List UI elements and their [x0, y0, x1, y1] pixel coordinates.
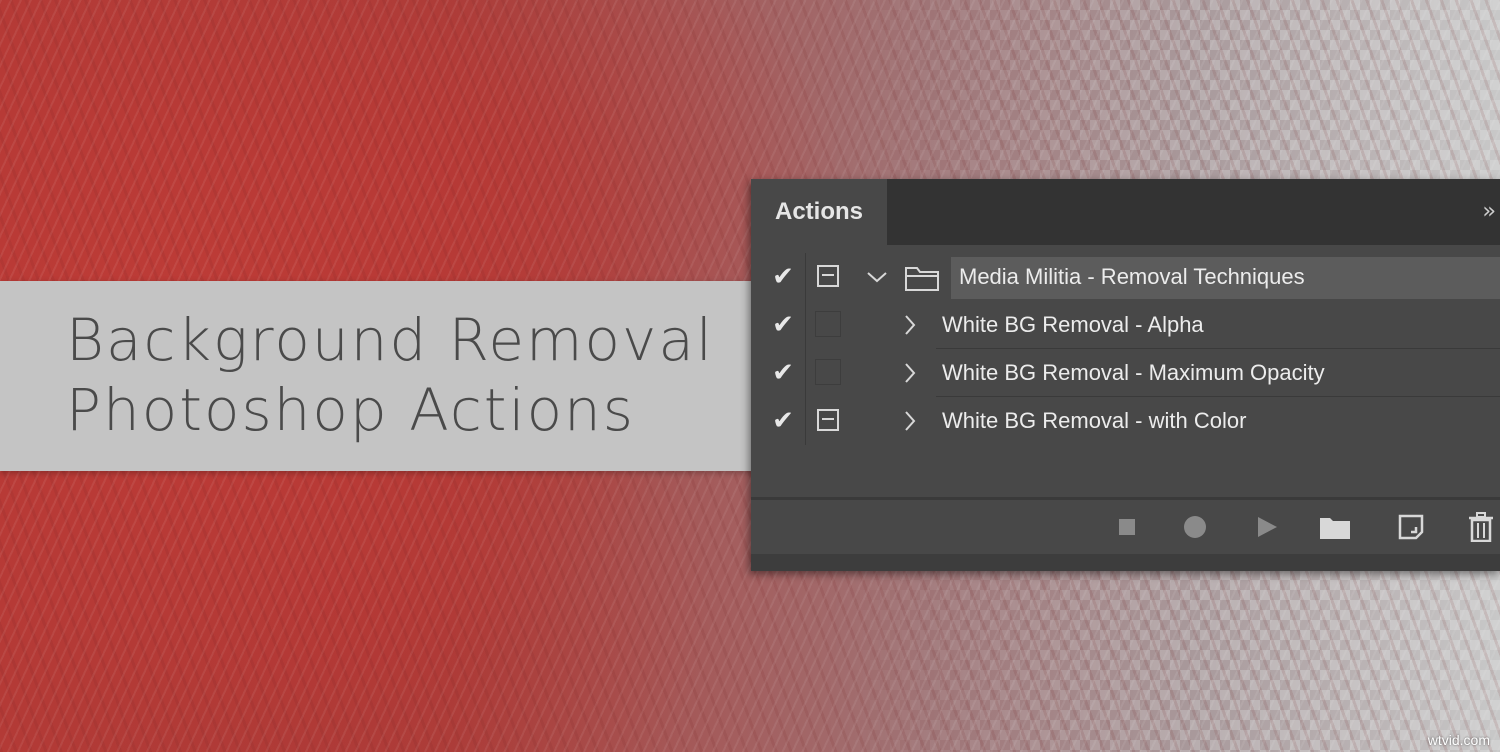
title-banner: Background Removal Photoshop Actions: [0, 281, 760, 471]
stop-icon[interactable]: [1107, 500, 1147, 554]
actions-list: ✔ Media Militia - Removal Techniques ✔ W…: [751, 253, 1500, 445]
column-divider: [805, 349, 806, 397]
folder-icon: [905, 267, 939, 291]
collapse-panel-icon[interactable]: ››: [1482, 199, 1495, 224]
column-divider: [805, 301, 806, 349]
tab-actions[interactable]: Actions: [751, 179, 887, 245]
toggle-item-checkmark-icon[interactable]: ✔: [761, 253, 805, 301]
toggle-item-checkmark-icon[interactable]: ✔: [761, 349, 805, 397]
record-icon[interactable]: [1175, 500, 1215, 554]
action-set-row[interactable]: ✔ Media Militia - Removal Techniques: [751, 253, 1500, 301]
panel-header: Actions ››: [751, 179, 1500, 245]
chevron-down-icon[interactable]: [865, 253, 889, 301]
action-row[interactable]: ✔ White BG Removal - Maximum Opacity: [751, 349, 1500, 397]
column-divider: [805, 253, 806, 301]
action-row[interactable]: ✔ White BG Removal - Alpha: [751, 301, 1500, 349]
actions-panel: Actions ›› ✔ Media Militia - Removal Tec…: [751, 179, 1500, 571]
toggle-dialog-icon[interactable]: [813, 309, 843, 339]
trash-icon[interactable]: [1461, 500, 1500, 554]
action-label: White BG Removal - with Color: [942, 408, 1247, 433]
play-icon[interactable]: [1247, 500, 1287, 554]
toggle-dialog-icon[interactable]: [813, 261, 843, 291]
action-set-label: Media Militia - Removal Techniques: [959, 264, 1305, 289]
toggle-dialog-icon[interactable]: [813, 357, 843, 387]
panel-bottom-edge: [751, 554, 1500, 571]
panel-footer-toolbar: [751, 500, 1500, 554]
chevron-right-icon[interactable]: [903, 301, 917, 349]
banner-title-line-2: Photoshop Actions: [66, 376, 636, 444]
chevron-right-icon[interactable]: [903, 397, 917, 445]
toggle-item-checkmark-icon[interactable]: ✔: [761, 397, 805, 445]
action-label: White BG Removal - Alpha: [942, 312, 1204, 337]
toggle-dialog-icon[interactable]: [813, 405, 843, 435]
column-divider: [805, 397, 806, 445]
chevron-right-icon[interactable]: [903, 349, 917, 397]
new-action-icon[interactable]: [1391, 500, 1431, 554]
watermark-text: wtvid.com: [1427, 732, 1490, 748]
toggle-item-checkmark-icon[interactable]: ✔: [761, 301, 805, 349]
new-set-folder-icon[interactable]: [1315, 500, 1355, 554]
banner-title-line-1: Background Removal: [66, 306, 714, 374]
action-label: White BG Removal - Maximum Opacity: [942, 360, 1325, 385]
action-row[interactable]: ✔ White BG Removal - with Color: [751, 397, 1500, 445]
